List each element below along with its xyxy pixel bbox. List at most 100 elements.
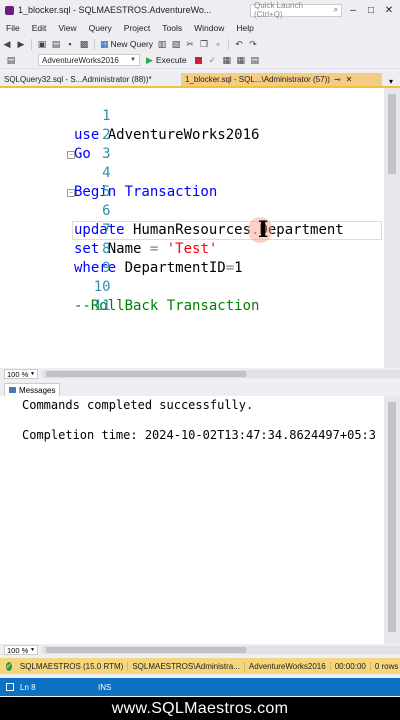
minimize-button[interactable]: –: [346, 5, 360, 16]
close-button[interactable]: ✕: [382, 5, 396, 16]
toolbar-separator: [94, 38, 95, 50]
scroll-thumb[interactable]: [46, 371, 246, 377]
menu-file[interactable]: File: [0, 23, 26, 33]
analysis-icon[interactable]: ▧: [171, 39, 181, 49]
results-vertical-scrollbar[interactable]: [384, 396, 400, 644]
results-text-icon[interactable]: ▤: [250, 55, 260, 65]
message-line: Completion time: 2024-10-02T13:47:34.862…: [22, 428, 377, 442]
new-project-icon[interactable]: ▣: [37, 39, 47, 49]
chevron-down-icon: ▼: [30, 371, 35, 377]
redo-icon[interactable]: ↷: [248, 39, 258, 49]
messages-pane: Commands completed successfully. Complet…: [0, 396, 384, 644]
new-query-icon: ▦: [100, 38, 109, 49]
close-tab-icon[interactable]: ✕: [346, 75, 353, 84]
tab-sqlquery32[interactable]: SQLQuery32.sql - S...Administrator (88))…: [0, 73, 178, 86]
menu-window[interactable]: Window: [188, 23, 230, 33]
scroll-thumb[interactable]: [388, 402, 396, 632]
collapse-icon[interactable]: −: [67, 151, 75, 159]
copy-icon[interactable]: ❐: [199, 39, 209, 49]
status-elapsed-time: 00:00:00: [331, 661, 371, 671]
window-title: 1_blocker.sql - SQLMAESTROS.AdventureWo.…: [18, 5, 212, 15]
search-icon: ⌕: [333, 5, 338, 14]
ready-icon: [6, 683, 14, 691]
parse-checkmark-icon[interactable]: ✓: [209, 55, 216, 66]
editor-horizontal-scrollbar[interactable]: [42, 370, 400, 378]
new-query-button[interactable]: ▦ New Query: [100, 39, 153, 50]
play-icon: ▶: [146, 54, 153, 65]
code-line: 4 Begin Transaction: [0, 145, 217, 200]
editor-zoom-bar: 100 % ▼: [0, 368, 400, 380]
code-line: 1 use AdventureWorks2016: [0, 88, 259, 143]
db-query-icon[interactable]: ▥: [157, 39, 167, 49]
line-number: 8: [102, 241, 111, 257]
sql-editor-toolbar: ▤ AdventureWorks2016 ▼ ▶ Execute ✓ ▦ ▦ ▤: [0, 52, 400, 69]
line-number: 9: [102, 260, 111, 276]
tab-1-blocker[interactable]: 1_blocker.sql - SQL...\Administrator (57…: [181, 73, 382, 86]
query-editor[interactable]: 1 use AdventureWorks2016 2 Go 3 4 Begin …: [0, 88, 384, 368]
status-user: SQLMAESTROS\Administra...: [128, 661, 245, 671]
quick-launch-input[interactable]: Quick Launch (Ctrl+Q) ⌕: [250, 1, 342, 19]
cut-icon[interactable]: ✂: [185, 39, 195, 49]
editor-zoom-select[interactable]: 100 % ▼: [4, 369, 38, 379]
menu-help[interactable]: Help: [230, 23, 259, 33]
document-tab-bar: SQLQuery32.sql - S...Administrator (88))…: [0, 72, 400, 88]
results-tab-bar: Messages: [0, 382, 400, 396]
execute-button[interactable]: ▶ Execute: [146, 55, 187, 66]
cancel-query-icon[interactable]: [194, 56, 202, 64]
object-explorer-icon[interactable]: ▤: [6, 55, 16, 65]
database-select[interactable]: AdventureWorks2016 ▼: [38, 54, 140, 66]
results-zoom-select[interactable]: 100 % ▼: [4, 645, 38, 655]
code-line: 8 where DepartmentID=1: [0, 221, 243, 276]
tab-messages[interactable]: Messages: [4, 383, 61, 396]
line-number: 4: [102, 165, 111, 181]
menu-view[interactable]: View: [52, 23, 82, 33]
status-server: SQLMAESTROS (15.0 RTM): [16, 661, 129, 671]
line-number: 2: [102, 127, 111, 143]
line-number: 10: [93, 279, 111, 295]
success-check-icon: ✓: [6, 661, 12, 671]
watermark-footer: www.SQLMaestros.com: [0, 697, 400, 720]
undo-icon[interactable]: ↶: [234, 39, 244, 49]
line-number: 7: [102, 222, 111, 238]
line-number: 6: [102, 203, 111, 219]
editor-vertical-scrollbar[interactable]: [384, 88, 400, 368]
chevron-down-icon: ▼: [130, 57, 136, 63]
scroll-thumb[interactable]: [388, 94, 396, 174]
menu-project[interactable]: Project: [118, 23, 156, 33]
paste-icon[interactable]: ▫: [213, 39, 223, 49]
code-line: 5: [0, 164, 110, 200]
line-number: 1: [102, 108, 111, 124]
pin-icon[interactable]: ⊸: [334, 75, 341, 84]
tab-overflow-icon[interactable]: ▾: [382, 77, 400, 86]
status-insert-mode: INS: [98, 682, 112, 692]
code-line: 7 set Name = 'Test': [0, 202, 217, 257]
line-number: 11: [93, 298, 111, 314]
save-all-icon[interactable]: ▩: [79, 39, 89, 49]
status-bar: Ln 8 INS: [0, 678, 400, 696]
code-line: 10 --RollBack Transaction: [0, 259, 259, 314]
scroll-thumb[interactable]: [46, 647, 246, 653]
save-icon[interactable]: ▪: [65, 39, 75, 49]
line-number: 5: [102, 184, 111, 200]
menu-query[interactable]: Query: [83, 23, 118, 33]
menu-bar: File Edit View Query Project Tools Windo…: [0, 20, 400, 36]
collapse-icon[interactable]: −: [67, 189, 75, 197]
text-cursor-icon: I: [258, 217, 269, 243]
code-line: 2 Go: [0, 107, 111, 162]
message-line: Commands completed successfully.: [22, 398, 254, 412]
code-line: 9: [0, 240, 110, 276]
forward-icon[interactable]: ▶: [16, 39, 26, 49]
ssms-window: 1_blocker.sql - SQLMAESTROS.AdventureWo.…: [0, 0, 400, 697]
display-plan-icon[interactable]: ▦: [222, 55, 232, 65]
maximize-button[interactable]: □: [364, 5, 378, 16]
open-file-icon[interactable]: ▤: [51, 39, 61, 49]
menu-tools[interactable]: Tools: [156, 23, 188, 33]
code-line: 6 update HumanResources.Department: [0, 183, 344, 238]
code-line: 3: [0, 126, 110, 162]
status-line-number: Ln 8: [20, 682, 36, 692]
results-horizontal-scrollbar[interactable]: [42, 646, 400, 654]
results-grid-icon[interactable]: ▦: [236, 55, 246, 65]
ssms-app-icon: [5, 5, 14, 15]
back-icon[interactable]: ◀: [2, 39, 12, 49]
menu-edit[interactable]: Edit: [26, 23, 53, 33]
